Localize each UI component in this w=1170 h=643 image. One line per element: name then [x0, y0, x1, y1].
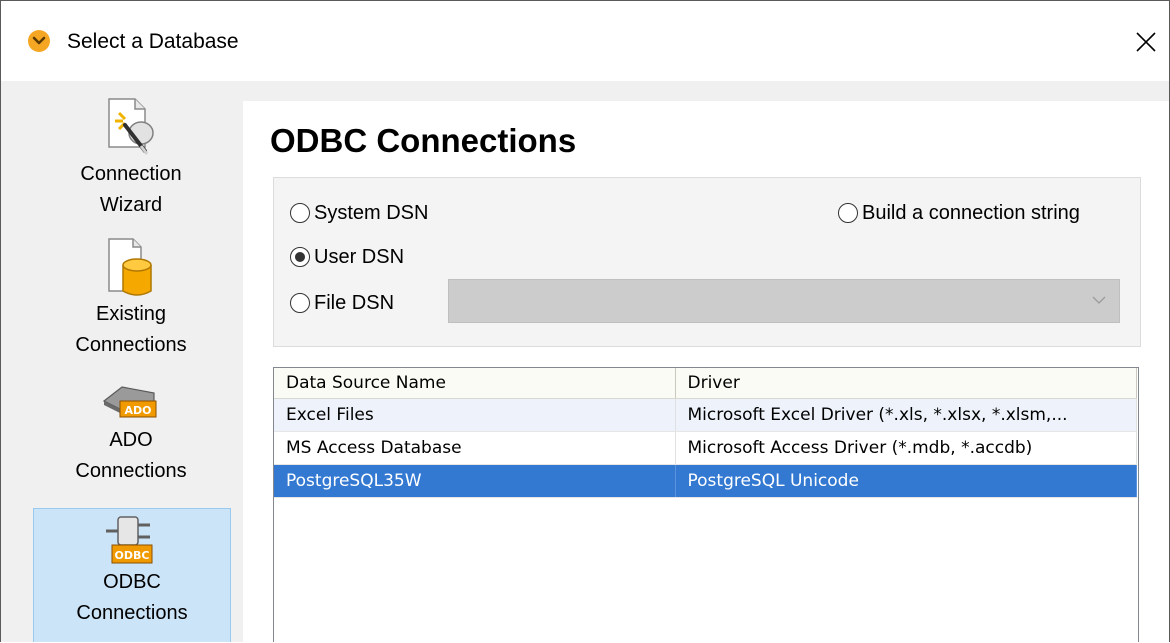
- sidebar-item-label: Existing: [95, 303, 167, 325]
- sidebar-item-label: Connection: [80, 163, 182, 185]
- app-logo-icon: [27, 29, 51, 53]
- sidebar-item-label: Connections: [75, 460, 187, 482]
- table-row[interactable]: Excel Files Microsoft Excel Driver (*.xl…: [274, 398, 1137, 432]
- data-source-name-cell: PostgreSQL35W: [274, 464, 676, 498]
- sidebar-item-connection-wizard[interactable]: Connection Wizard: [33, 95, 229, 230]
- data-source-name-cell: Excel Files: [274, 398, 676, 432]
- page-title: ODBC Connections: [270, 122, 577, 159]
- svg-text:ODBC: ODBC: [115, 549, 150, 562]
- sidebar-item-label: Connections: [75, 334, 187, 356]
- column-header-data-source-name[interactable]: Data Source Name: [274, 368, 676, 399]
- driver-cell: Microsoft Access Driver (*.mdb, *.accdb): [675, 431, 1137, 465]
- svg-text:ADO: ADO: [125, 404, 152, 417]
- dsn-type-group: System DSN Build a connection string Use…: [273, 177, 1141, 347]
- build-connection-string-radio[interactable]: Build a connection string: [838, 200, 1080, 226]
- window-title: Select a Database: [67, 30, 239, 53]
- column-header-driver[interactable]: Driver: [675, 368, 1137, 399]
- radio-circle: [290, 247, 310, 267]
- existing-connections-icon: [101, 235, 161, 299]
- data-source-name-cell: MS Access Database: [274, 431, 676, 465]
- connection-wizard-icon: [101, 95, 161, 159]
- user-dsn-radio[interactable]: User DSN: [290, 244, 404, 270]
- driver-cell: PostgreSQL Unicode: [675, 464, 1137, 498]
- sidebar-item-odbc-connections[interactable]: ODBC ODBC Connections: [33, 508, 231, 642]
- radio-label: File DSN: [314, 292, 395, 314]
- radio-circle: [290, 293, 310, 313]
- close-icon: [1136, 32, 1156, 52]
- sidebar-item-label: Connections: [76, 602, 188, 624]
- close-button[interactable]: [1123, 19, 1169, 65]
- sidebar-item-ado-connections[interactable]: ADO ADO Connections: [33, 379, 229, 499]
- radio-label: Build a connection string: [862, 202, 1080, 224]
- radio-label: System DSN: [314, 202, 429, 224]
- driver-cell: Microsoft Excel Driver (*.xls, *.xlsx, *…: [675, 398, 1137, 432]
- dsn-list: Data Source Name Driver Excel Files Micr…: [273, 367, 1139, 642]
- system-dsn-radio[interactable]: System DSN: [290, 200, 428, 226]
- radio-selected-dot: [295, 252, 305, 262]
- odbc-icon: ODBC: [102, 515, 162, 567]
- dsn-table: Data Source Name Driver Excel Files Micr…: [274, 368, 1137, 498]
- table-header-row: Data Source Name Driver: [274, 368, 1137, 399]
- sidebar-item-label: Wizard: [99, 194, 163, 216]
- radio-label: User DSN: [314, 246, 405, 268]
- select-database-dialog: Select a Database Connection Wizard Exis…: [0, 0, 1170, 642]
- file-dsn-radio[interactable]: File DSN: [290, 290, 394, 316]
- table-row-selected[interactable]: PostgreSQL35W PostgreSQL Unicode: [274, 464, 1137, 498]
- ado-icon: ADO: [96, 379, 166, 425]
- title-bar: Select a Database: [1, 1, 1169, 81]
- connection-type-sidebar: Connection Wizard Existing Connections A…: [1, 81, 241, 642]
- sidebar-item-existing-connections[interactable]: Existing Connections: [33, 235, 229, 370]
- radio-circle: [290, 203, 310, 223]
- odbc-panel: ODBC Connections System DSN Build a conn…: [243, 101, 1169, 642]
- file-dsn-dropdown[interactable]: [448, 279, 1120, 323]
- chevron-down-icon: [1092, 296, 1106, 304]
- sidebar-item-label: ODBC: [103, 571, 161, 593]
- radio-circle: [838, 203, 858, 223]
- table-row[interactable]: MS Access Database Microsoft Access Driv…: [274, 431, 1137, 465]
- sidebar-item-label: ADO: [109, 429, 153, 451]
